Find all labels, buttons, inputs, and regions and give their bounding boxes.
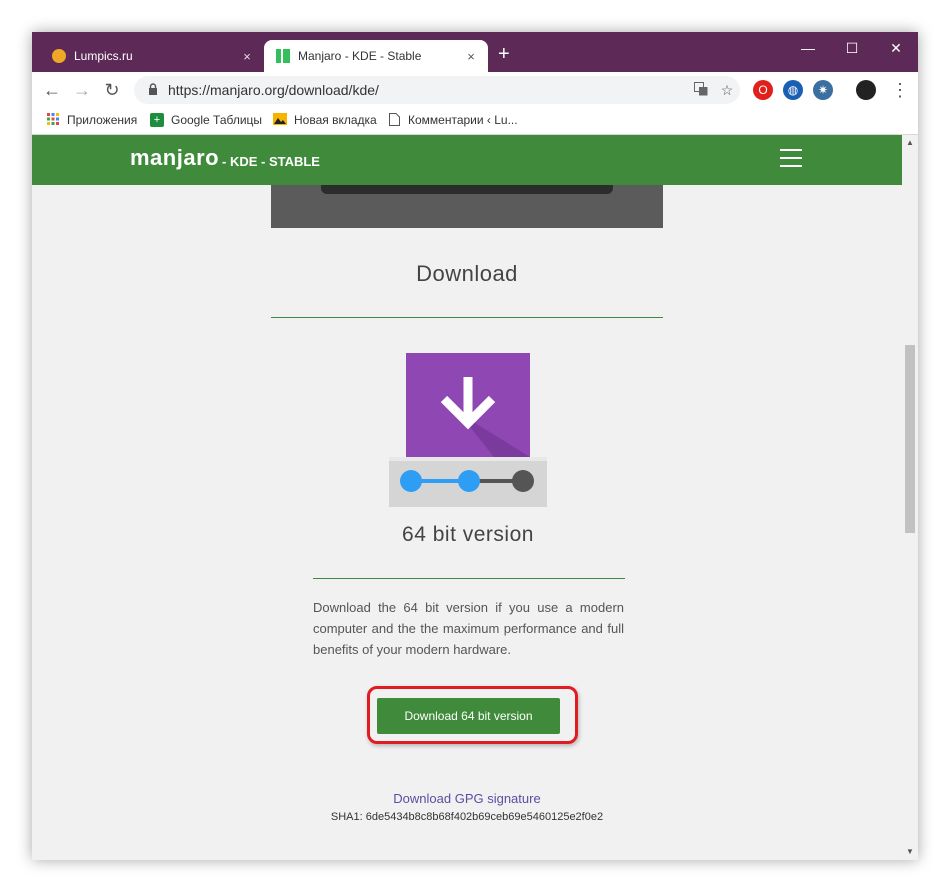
maximize-button[interactable]: ☐ bbox=[830, 36, 874, 60]
page-icon bbox=[387, 113, 401, 127]
address-bar[interactable]: https://manjaro.org/download/kde/ ☆ bbox=[134, 76, 740, 104]
url-text[interactable]: https://manjaro.org/download/kde/ bbox=[168, 82, 688, 98]
bookmark-comments[interactable]: Комментарии ‹ Lu... bbox=[387, 113, 518, 127]
sheets-icon: + bbox=[150, 113, 164, 127]
lumpics-favicon-icon bbox=[52, 49, 66, 63]
sha1-checksum: SHA1: 6de5434b8c8b68f402b69ceb69e5460125… bbox=[330, 811, 604, 823]
lock-icon[interactable] bbox=[146, 82, 160, 98]
bookmark-label: Новая вкладка bbox=[294, 113, 377, 127]
download-64bit-button[interactable]: Download 64 bit version bbox=[377, 698, 560, 734]
bookmark-label: Google Таблицы bbox=[171, 113, 263, 127]
site-header: manjaro - KDE - STABLE bbox=[32, 135, 902, 185]
scrollbar[interactable]: ▲ ▼ bbox=[902, 135, 918, 860]
image-icon bbox=[273, 113, 287, 127]
reload-icon[interactable]: ↻ bbox=[100, 78, 124, 102]
scrollbar-thumb[interactable] bbox=[905, 345, 915, 533]
edition-label: - KDE - STABLE bbox=[222, 154, 320, 169]
hero-image bbox=[271, 185, 663, 228]
section-heading: Download bbox=[416, 261, 518, 286]
close-window-button[interactable]: ✕ bbox=[874, 36, 918, 60]
new-tab-button[interactable]: + bbox=[498, 44, 510, 64]
bookmark-new-tab[interactable]: Новая вкладка bbox=[273, 113, 377, 127]
tab-lumpics[interactable]: Lumpics.ru × bbox=[40, 40, 264, 72]
bookmark-label: Комментарии ‹ Lu... bbox=[408, 113, 518, 127]
manjaro-logo[interactable]: manjaro bbox=[130, 145, 219, 171]
gpg-signature-link[interactable]: Download GPG signature bbox=[267, 791, 667, 806]
divider bbox=[271, 317, 663, 318]
scroll-up-arrow-icon[interactable]: ▲ bbox=[902, 135, 918, 151]
scroll-down-arrow-icon[interactable]: ▼ bbox=[902, 844, 918, 860]
tab-close-icon[interactable]: × bbox=[236, 49, 258, 64]
page-viewport: manjaro - KDE - STABLE Download 64 bit v… bbox=[32, 135, 902, 860]
vpn-extension-icon[interactable]: ◍ bbox=[783, 80, 803, 100]
browser-toolbar: ← → ↻ https://manjaro.org/download/kde/ … bbox=[32, 72, 918, 108]
hamburger-menu-icon[interactable] bbox=[780, 149, 802, 173]
opera-extension-icon[interactable]: O bbox=[753, 80, 773, 100]
tab-title: Lumpics.ru bbox=[74, 49, 133, 63]
tab-close-icon[interactable]: × bbox=[460, 49, 482, 64]
browser-window: Lumpics.ru × Manjaro - KDE - Stable × + … bbox=[32, 32, 918, 860]
tab-title: Manjaro - KDE - Stable bbox=[298, 49, 422, 63]
bookmarks-bar: Приложения + Google Таблицы Новая вкладк… bbox=[32, 108, 918, 135]
tab-manjaro[interactable]: Manjaro - KDE - Stable × bbox=[264, 40, 488, 72]
tab-bar: Lumpics.ru × Manjaro - KDE - Stable × + … bbox=[32, 32, 918, 72]
bookmark-label: Приложения bbox=[67, 113, 138, 127]
divider bbox=[313, 578, 625, 579]
bookmark-star-icon[interactable]: ☆ bbox=[714, 82, 740, 99]
bookmark-google-sheets[interactable]: + Google Таблицы bbox=[150, 113, 262, 127]
download-drive-icon bbox=[389, 353, 547, 507]
manjaro-favicon-icon bbox=[276, 49, 290, 63]
bookmark-apps[interactable]: Приложения bbox=[46, 113, 137, 127]
avatar[interactable] bbox=[856, 80, 876, 100]
gear-extension-icon[interactable]: ✷ bbox=[813, 80, 833, 100]
minimize-button[interactable]: — bbox=[786, 36, 830, 60]
back-arrow-icon[interactable]: ← bbox=[40, 78, 64, 102]
version-description: Download the 64 bit version if you use a… bbox=[313, 600, 624, 657]
forward-arrow-icon[interactable]: → bbox=[70, 78, 94, 102]
apps-grid-icon bbox=[46, 113, 60, 127]
menu-dots-icon[interactable]: ⋮ bbox=[888, 78, 912, 102]
translate-icon[interactable] bbox=[688, 81, 714, 99]
version-heading: 64 bit version bbox=[402, 523, 534, 546]
